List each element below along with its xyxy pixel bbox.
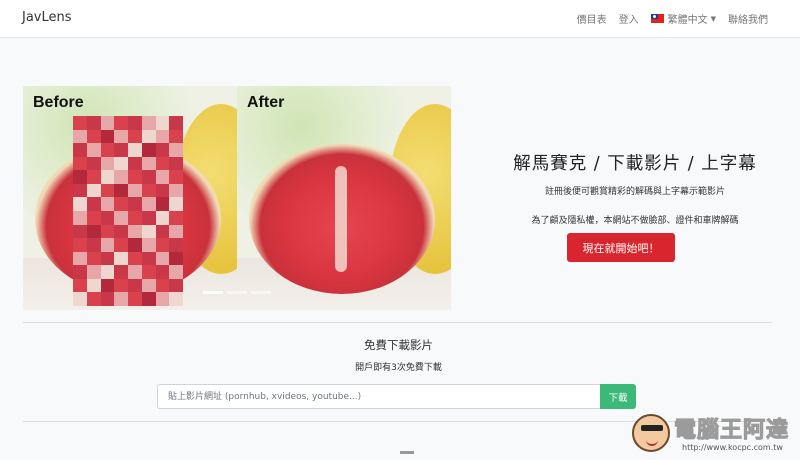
taiwan-flag-icon xyxy=(650,14,664,23)
mosaic-pixelation xyxy=(73,116,183,306)
carousel-indicator[interactable] xyxy=(203,291,223,294)
pomelo-graphic xyxy=(249,144,435,294)
nav-contact-link[interactable]: 聯絡我們 xyxy=(728,11,768,26)
download-section-subtitle: 開戶即有3次免費下載 xyxy=(355,363,442,373)
brand-logo-link[interactable]: JavLens xyxy=(22,10,72,25)
hero-subtitle: 註冊後便可觀賞精彩的解碼與上字幕示範影片 xyxy=(544,187,725,197)
caret-down-icon: ▼ xyxy=(710,14,716,23)
hero-title: 解馬賽克 / 下載影片 / 上字幕 xyxy=(513,154,757,174)
mascot-face-icon xyxy=(632,414,670,452)
before-label: Before xyxy=(33,94,84,111)
carousel-indicators xyxy=(203,291,271,294)
nav-links: 價目表 登入 繁體中文 ▼ 聯絡我們 xyxy=(565,11,768,26)
hero-text-block: 解馬賽克 / 下載影片 / 上字幕 註冊後便可觀賞精彩的解碼與上字幕示範影片 為… xyxy=(470,150,800,226)
get-started-button[interactable]: 現在就開始吧！ xyxy=(567,233,675,262)
next-section-heading-fragment xyxy=(400,451,414,454)
video-url-input[interactable] xyxy=(157,384,600,409)
nav-pricing-link[interactable]: 價目表 xyxy=(577,11,607,26)
after-label: After xyxy=(247,94,285,111)
before-image: Before xyxy=(23,86,237,310)
watermark-url: http://www.kocpc.com.tw xyxy=(682,443,783,452)
watermark: 電腦王阿達 http://www.kocpc.com.tw xyxy=(630,410,798,458)
download-section-title: 免費下載影片 xyxy=(364,338,433,352)
carousel-indicator[interactable] xyxy=(251,291,271,294)
language-dropdown[interactable]: 繁體中文 ▼ xyxy=(650,11,716,26)
after-image: After xyxy=(237,86,451,310)
top-navbar: JavLens 價目表 登入 繁體中文 ▼ 聯絡我們 xyxy=(0,0,800,38)
privacy-note: 為了顧及隱私權，本網站不做臉部、證件和車牌解碼 xyxy=(531,216,739,226)
watermark-name: 電腦王阿達 xyxy=(673,418,790,444)
hero-carousel[interactable]: Before After xyxy=(23,86,451,310)
section-divider xyxy=(23,322,772,323)
carousel-indicator[interactable] xyxy=(227,291,247,294)
nav-login-link[interactable]: 登入 xyxy=(619,11,639,26)
download-button[interactable]: 下載 xyxy=(600,384,636,409)
language-label: 繁體中文 xyxy=(667,15,708,26)
